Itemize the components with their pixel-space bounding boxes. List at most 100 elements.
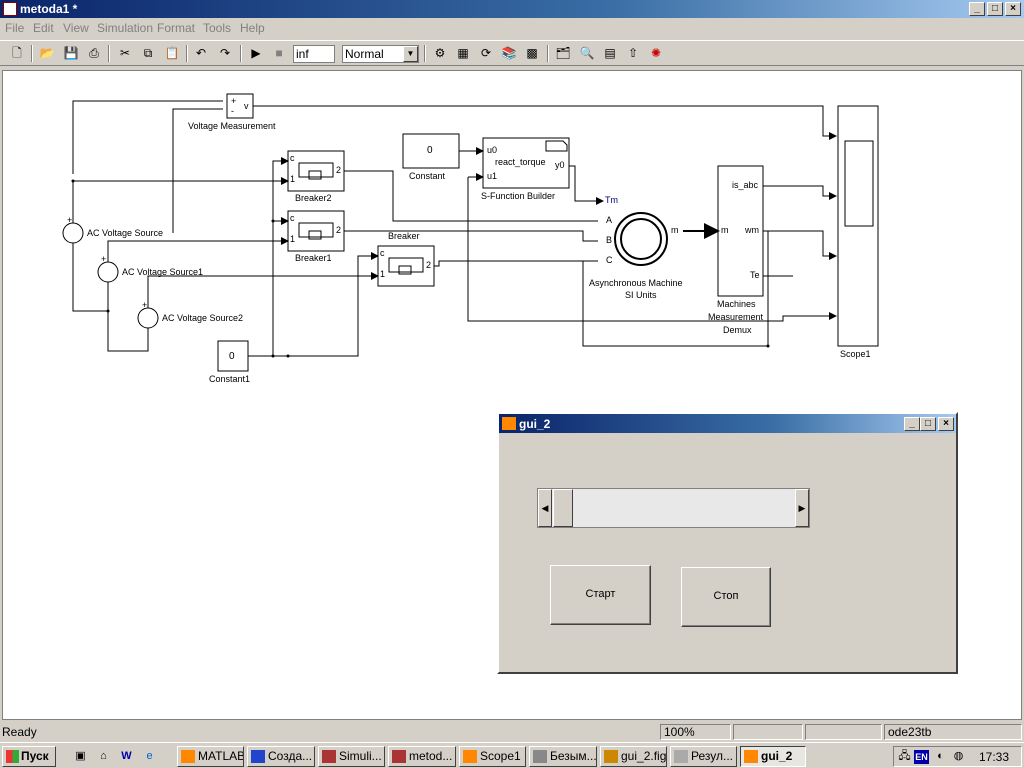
tray-app-icon[interactable]: ◐	[932, 748, 949, 765]
undo-icon[interactable]: ↶	[192, 44, 210, 62]
stop-time-input[interactable]	[293, 45, 335, 63]
debug-icon[interactable]: ▩	[523, 44, 541, 62]
gui-maximize-button[interactable]: □	[920, 417, 936, 431]
network-icon[interactable]: 🖧	[896, 748, 913, 765]
src-plus: +	[67, 215, 73, 225]
task-untitled[interactable]: Безым...	[529, 746, 597, 767]
toolbar-separator	[31, 45, 33, 62]
new-icon[interactable]: 🗋	[8, 44, 26, 62]
constant1-label: Constant1	[209, 374, 251, 384]
simulink-icon	[322, 750, 336, 763]
simulation-mode-select[interactable]: Normal ▼	[342, 45, 419, 63]
save-icon[interactable]: 💾	[62, 44, 80, 62]
toolbar-separator	[186, 45, 188, 62]
gui-window[interactable]: gui_2 _ □ × ◀ ▶ Старт Стоп	[497, 412, 958, 674]
demux-out-is: is_abc	[732, 180, 759, 190]
explorer-icon[interactable]: ⌂	[95, 748, 112, 765]
model-explorer-icon[interactable]: 🗂	[554, 44, 572, 62]
breaker-label: Breaker	[388, 231, 420, 241]
update-diagram-icon[interactable]: ▦	[454, 44, 472, 62]
constant1-value: 0	[229, 351, 235, 362]
status-cell-empty	[805, 724, 882, 740]
sfun-u0: u0	[487, 145, 498, 155]
refresh-icon[interactable]: ⟳	[477, 44, 495, 62]
library-browser-icon[interactable]: 📚	[500, 44, 518, 62]
cut-icon[interactable]: ✂	[116, 44, 134, 62]
stop-button[interactable]: Стоп	[681, 567, 771, 627]
task-matlab[interactable]: MATLAB	[177, 746, 244, 767]
gui-title-bar[interactable]: gui_2 _ □ ×	[499, 414, 956, 433]
play-icon[interactable]: ▶	[247, 44, 265, 62]
go-to-parent-icon[interactable]: ⇧	[624, 44, 642, 62]
task-scope1[interactable]: Scope1	[459, 746, 526, 767]
machine-port-tm: Tm	[605, 195, 618, 205]
print-icon[interactable]: ⎙	[85, 44, 103, 62]
breaker2-c: c	[290, 153, 295, 163]
menu-simulation[interactable]: Simulation	[97, 21, 153, 35]
toolbar: 🗋 📂 💾 ⎙ ✂ ⧉ 📋 ↶ ↷ ▶ ■ Normal ▼ ⚙ ▦ ⟳ 📚 ▩…	[0, 40, 1024, 66]
paste-icon[interactable]: 📋	[163, 44, 181, 62]
find-icon[interactable]: 🔍	[578, 44, 596, 62]
gui-minimize-button[interactable]: _	[904, 417, 920, 431]
debugger-icon[interactable]: ✺	[647, 44, 665, 62]
gui-close-button[interactable]: ×	[938, 417, 954, 431]
zoom-level: 100%	[660, 724, 731, 740]
menu-tools[interactable]: Tools	[203, 21, 231, 35]
slider-left-arrow-icon[interactable]: ◀	[538, 489, 552, 527]
simulation-mode-value: Normal	[345, 47, 384, 61]
chevron-down-icon[interactable]: ▼	[403, 46, 418, 62]
machine-port-b: B	[606, 235, 613, 245]
menu-file[interactable]: File	[5, 21, 24, 35]
model-browser-icon[interactable]: ▤	[601, 44, 619, 62]
build-icon[interactable]: ⚙	[431, 44, 449, 62]
menu-help[interactable]: Help	[240, 21, 265, 35]
start-label: Пуск	[21, 749, 49, 763]
scope1-label: Scope1	[840, 349, 871, 359]
menu-format[interactable]: Format	[157, 21, 195, 35]
gui-slider[interactable]: ◀ ▶	[537, 488, 810, 528]
slider-right-arrow-icon[interactable]: ▶	[795, 489, 809, 527]
menu-view[interactable]: View	[63, 21, 89, 35]
redo-icon[interactable]: ↷	[216, 44, 234, 62]
start-button[interactable]: Старт	[550, 565, 651, 625]
constant-label: Constant	[409, 171, 446, 181]
sfun-name: react_torque	[495, 157, 546, 167]
start-button-taskbar[interactable]: Пуск	[2, 746, 56, 767]
show-desktop-icon[interactable]: ▣	[72, 748, 89, 765]
machine-port-a: A	[606, 215, 613, 225]
model-icon	[392, 750, 406, 763]
task-gui-fig[interactable]: gui_2.fig	[600, 746, 667, 767]
status-bar: Ready 100% ode23tb	[0, 722, 1024, 742]
close-button[interactable]: ×	[1005, 2, 1021, 16]
maximize-button[interactable]: □	[987, 2, 1003, 16]
task-word-doc[interactable]: Созда...	[247, 746, 315, 767]
matlab-logo-icon	[502, 417, 516, 430]
task-metoda[interactable]: metod...	[388, 746, 456, 767]
globe-icon[interactable]: ◍	[950, 748, 967, 765]
scope1-screen	[844, 140, 874, 227]
ac-voltage-source2-symbol	[137, 307, 159, 329]
copy-icon[interactable]: ⧉	[139, 44, 157, 62]
task-results[interactable]: Резул...	[670, 746, 737, 767]
search-icon	[674, 750, 688, 763]
window-title-bar[interactable]: metoda1 * _ □ ×	[0, 0, 1024, 18]
toolbar-separator	[547, 45, 549, 62]
demux-label-line2: Measurement	[708, 312, 764, 322]
language-indicator[interactable]: EN	[914, 750, 929, 764]
stop-icon[interactable]: ■	[270, 44, 288, 62]
task-gui2[interactable]: gui_2	[740, 746, 806, 767]
menu-edit[interactable]: Edit	[33, 21, 54, 35]
breaker1-c: c	[290, 213, 295, 223]
minimize-button[interactable]: _	[969, 2, 985, 16]
src2-plus: +	[142, 300, 148, 310]
word-icon[interactable]: W	[118, 748, 135, 765]
status-text: Ready	[2, 725, 37, 739]
clock[interactable]: 17:33	[979, 750, 1009, 764]
vm-plus-label: +	[231, 96, 237, 106]
open-icon[interactable]: 📂	[38, 44, 56, 62]
task-simulink[interactable]: Simuli...	[318, 746, 385, 767]
word-doc-icon	[251, 750, 265, 763]
internet-explorer-icon[interactable]: e	[141, 748, 158, 765]
slider-thumb[interactable]	[553, 489, 573, 527]
ac-voltage-source-symbol	[62, 222, 84, 244]
